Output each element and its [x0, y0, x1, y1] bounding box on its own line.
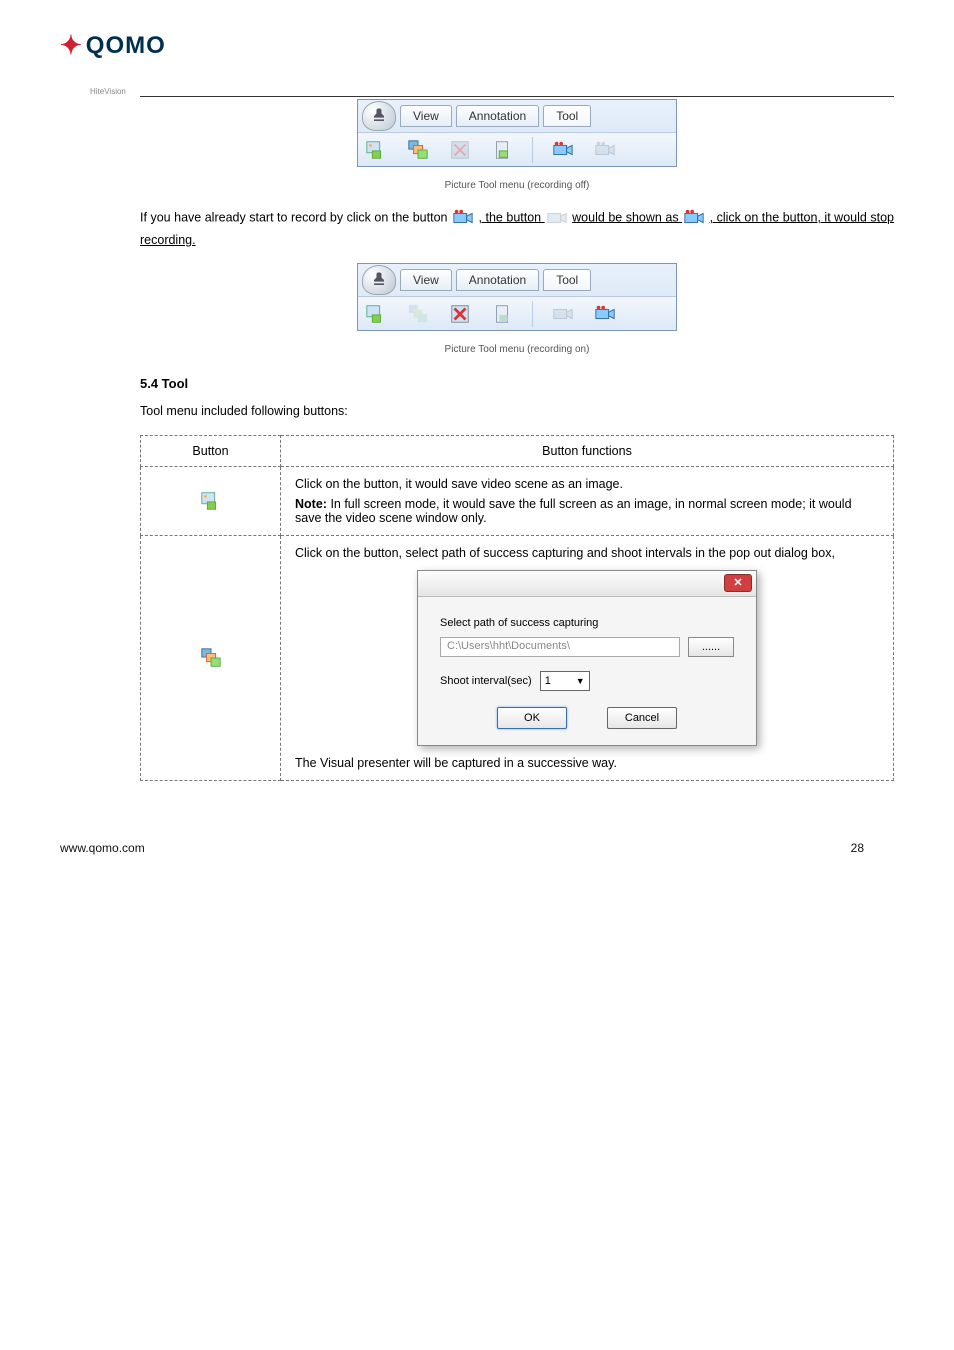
table-header-button: Button [141, 435, 281, 466]
path-input[interactable]: C:\Users\hht\Documents\ [440, 637, 680, 657]
interval-value: 1 [545, 675, 551, 687]
capture-image-icon[interactable] [364, 138, 388, 162]
capture-dialog: ✕ Select path of success capturing C:\Us… [417, 570, 757, 746]
caption-on: Picture Tool menu (recording on) [140, 341, 894, 358]
document-icon[interactable] [490, 138, 514, 162]
logo-subtext: HiteVision [90, 87, 894, 96]
capture-image-icon[interactable] [364, 302, 388, 326]
caption-off: Picture Tool menu (recording off) [140, 177, 894, 194]
section-heading: 5.4 Tool [140, 376, 894, 391]
chevron-down-icon: ▼ [576, 676, 585, 686]
paragraph-1: If you have already start to record by c… [140, 206, 894, 251]
presenter-icon [362, 101, 396, 131]
dialog-path-label: Select path of success capturing [440, 617, 734, 629]
divider [140, 96, 894, 97]
row2-post: The Visual presenter will be captured in… [295, 756, 879, 770]
tab-annotation[interactable]: Annotation [456, 105, 539, 127]
ok-button[interactable]: OK [497, 707, 567, 729]
capture-image-icon [199, 489, 223, 513]
dialog-interval-label: Shoot interval(sec) [440, 675, 532, 687]
para1-after-icon: , the button [479, 210, 545, 224]
document-icon[interactable] [490, 302, 514, 326]
tab-annotation[interactable]: Annotation [456, 269, 539, 291]
logo: ✦ QOMO HiteVision [60, 30, 894, 96]
buttons-table: Button Button functions Click on the but… [140, 435, 894, 781]
toolbar-screenshot-on: View Annotation Tool [357, 263, 677, 331]
page-number: 28 [851, 841, 864, 855]
dialog-titlebar: ✕ [418, 571, 756, 597]
successive-capture-icon[interactable] [406, 302, 430, 326]
tab-view[interactable]: View [400, 105, 452, 127]
close-icon[interactable]: ✕ [724, 574, 752, 592]
table-row: Click on the button, it would save video… [141, 466, 894, 535]
cancel-button[interactable]: Cancel [607, 707, 677, 729]
tab-view[interactable]: View [400, 269, 452, 291]
row1-note: In full screen mode, it would save the f… [295, 497, 852, 525]
record-stop-icon[interactable] [593, 302, 617, 326]
record-start-icon[interactable] [551, 138, 575, 162]
separator [532, 137, 533, 163]
record-stop-active-inline-icon [682, 206, 706, 230]
record-start-inline-icon [451, 206, 475, 230]
separator [532, 301, 533, 327]
browse-button[interactable]: ...... [688, 637, 734, 657]
table-header-functions: Button functions [281, 435, 894, 466]
row1-desc: Click on the button, it would save video… [295, 477, 879, 491]
toolbar-screenshot-off: View Annotation Tool [357, 99, 677, 167]
successive-capture-icon[interactable] [406, 138, 430, 162]
tool-intro: Tool menu included following buttons: [140, 401, 894, 422]
para1-prefix: If you have already start to record by c… [140, 210, 451, 224]
tab-tool[interactable]: Tool [543, 269, 591, 291]
record-stop-icon[interactable] [593, 138, 617, 162]
successive-capture-icon [199, 646, 223, 670]
logo-swoosh-icon: ✦ [60, 30, 82, 61]
interval-select[interactable]: 1 ▼ [540, 671, 590, 691]
record-start-icon[interactable] [551, 302, 575, 326]
logo-text: QOMO [86, 32, 166, 60]
table-row: Click on the button, select path of succ… [141, 535, 894, 780]
stop-capture-icon[interactable] [448, 302, 472, 326]
record-stop-dim-inline-icon [545, 206, 569, 230]
row2-pre: Click on the button, select path of succ… [295, 546, 879, 560]
para1-mid: would be shown as [572, 210, 682, 224]
stop-capture-icon[interactable] [448, 138, 472, 162]
row1-note-label: Note: [295, 497, 327, 511]
presenter-icon [362, 265, 396, 295]
tab-tool[interactable]: Tool [543, 105, 591, 127]
footer-url: www.qomo.com [60, 841, 145, 855]
